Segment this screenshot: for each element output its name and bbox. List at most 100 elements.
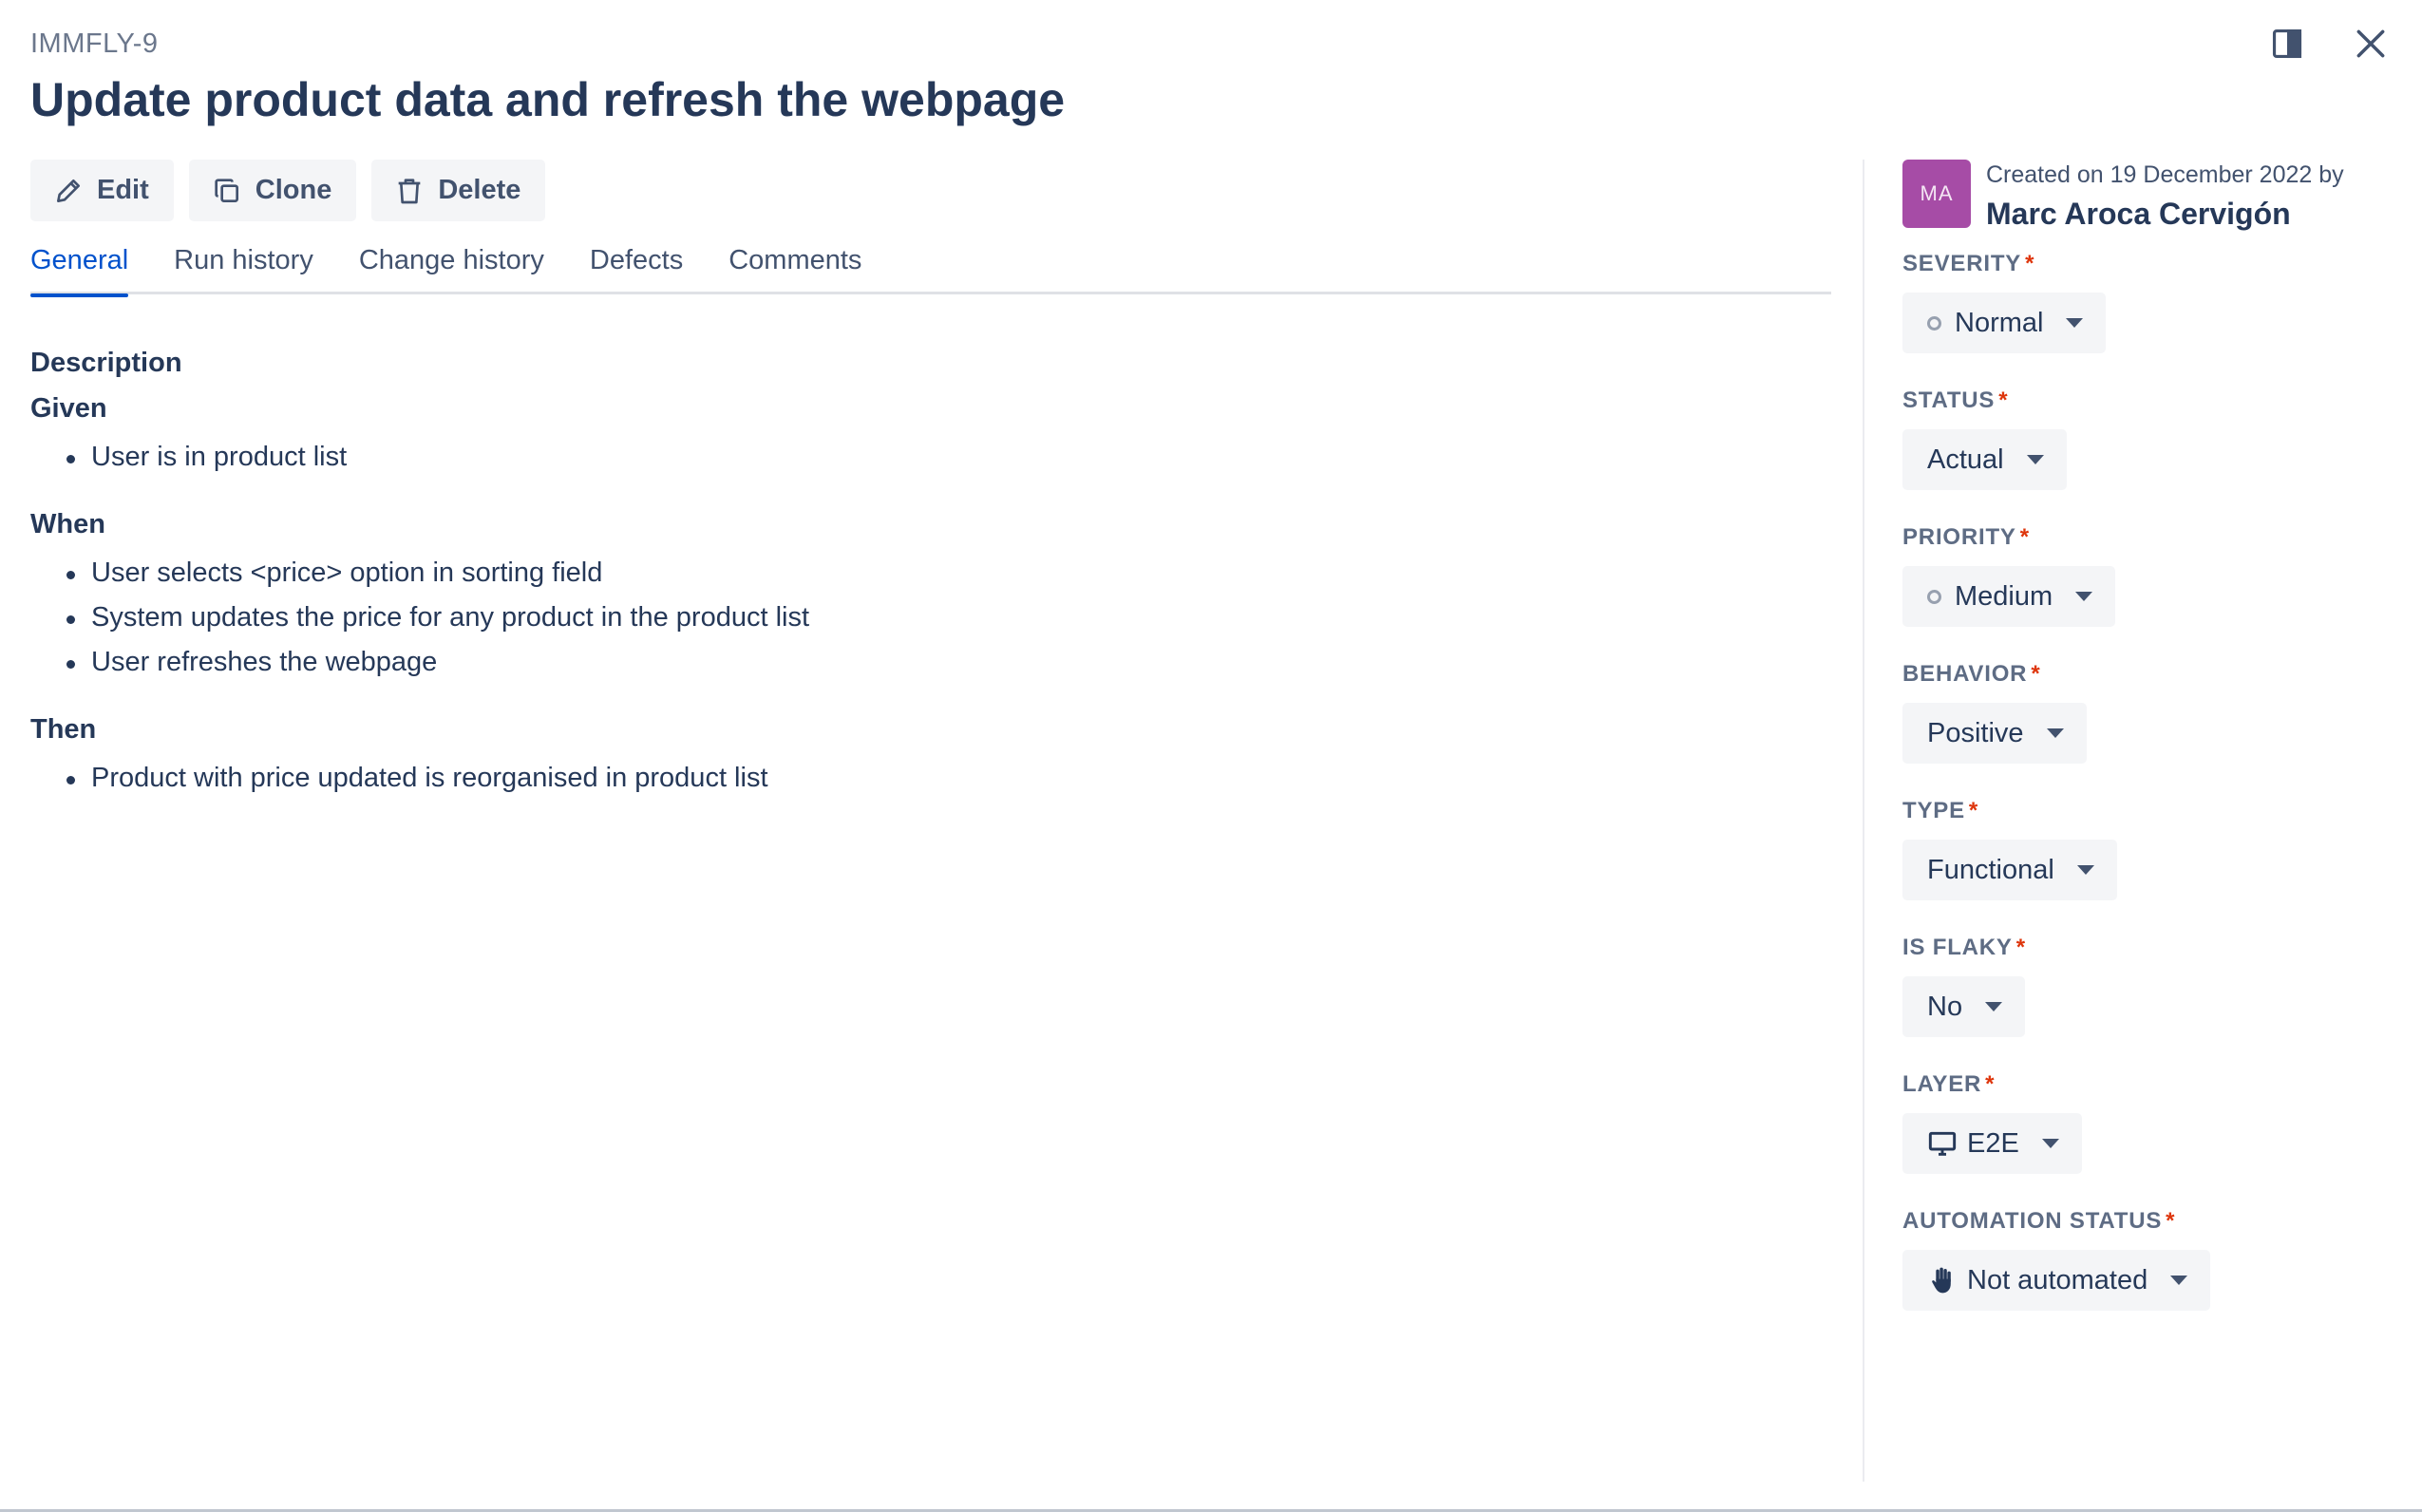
required-marker: * xyxy=(2015,935,2026,960)
behavior-field: BEHAVIOR * Positive xyxy=(1902,661,2396,798)
creator-info: MA Created on 19 December 2022 by Marc A… xyxy=(1902,160,2396,251)
monitor-icon xyxy=(1927,1128,1958,1159)
action-toolbar: Edit Clone Delete xyxy=(30,160,546,221)
automation-status-select[interactable]: Not automated xyxy=(1902,1250,2211,1311)
caret-down-icon xyxy=(2076,865,2094,875)
automation-status-field: AUTOMATION STATUS * Not automated xyxy=(1902,1208,2396,1345)
hand-icon xyxy=(1927,1265,1958,1295)
field-label: TYPE * xyxy=(1902,798,2396,840)
required-marker: * xyxy=(1998,387,2009,413)
is-flaky-value: No xyxy=(1927,991,1963,1022)
clone-button[interactable]: Clone xyxy=(188,160,357,221)
type-select[interactable]: Functional xyxy=(1902,840,2117,900)
required-marker: * xyxy=(1968,798,1979,823)
list-item: System updates the price for any product… xyxy=(30,602,1816,647)
section-heading: Given xyxy=(30,393,107,424)
priority-value: Medium xyxy=(1955,580,2053,612)
status-field: STATUS * Actual xyxy=(1902,387,2396,524)
priority-select[interactable]: Medium xyxy=(1902,566,2116,627)
then-section: Then Product with price updated is reorg… xyxy=(30,714,1816,807)
severity-select[interactable]: Normal xyxy=(1902,293,2107,353)
is-flaky-label: IS FLAKY xyxy=(1902,935,2013,960)
required-marker: * xyxy=(2019,524,2030,550)
layer-select[interactable]: E2E xyxy=(1902,1113,2082,1174)
creator-text: Created on 19 December 2022 by Marc Aroc… xyxy=(1986,160,2344,251)
type-field: TYPE * Functional xyxy=(1902,798,2396,935)
required-marker: * xyxy=(2025,251,2035,276)
caret-down-icon xyxy=(2170,1276,2188,1285)
field-label: IS FLAKY * xyxy=(1902,935,2396,976)
tab-bar: General Run history Change history Defec… xyxy=(30,245,1831,297)
list-item: User selects <price> option in sorting f… xyxy=(30,558,1816,602)
caret-down-icon xyxy=(2046,728,2064,738)
is-flaky-field: IS FLAKY * No xyxy=(1902,935,2396,1071)
type-value: Functional xyxy=(1927,854,2054,885)
close-button[interactable] xyxy=(2348,21,2394,66)
tab-comments[interactable]: Comments xyxy=(728,245,861,294)
panel-divider xyxy=(1863,160,1864,1482)
status-value: Actual xyxy=(1927,444,2004,475)
field-label: BEHAVIOR * xyxy=(1902,661,2396,703)
behavior-value: Positive xyxy=(1927,717,2024,748)
when-section: When User selects <price> option in sort… xyxy=(30,509,1816,691)
field-label: STATUS * xyxy=(1902,387,2396,429)
avatar[interactable]: MA xyxy=(1902,160,1971,228)
copy-icon xyxy=(215,178,238,202)
severity-label: SEVERITY xyxy=(1902,251,2022,276)
list-item: Product with price updated is reorganise… xyxy=(30,763,1816,807)
edit-label: Edit xyxy=(97,175,149,205)
required-marker: * xyxy=(2031,661,2041,687)
caret-down-icon xyxy=(2041,1139,2059,1148)
description-label: Description xyxy=(30,348,182,378)
caret-down-icon xyxy=(2075,592,2093,601)
ring-icon xyxy=(1927,589,1941,604)
required-marker: * xyxy=(1985,1071,1996,1097)
behavior-select[interactable]: Positive xyxy=(1902,703,2087,764)
behavior-label: BEHAVIOR xyxy=(1902,661,2028,687)
layer-value: E2E xyxy=(1967,1127,2019,1159)
severity-value: Normal xyxy=(1955,307,2044,338)
clone-label: Clone xyxy=(255,175,332,205)
toggle-panel-button[interactable] xyxy=(2264,21,2310,66)
severity-field: SEVERITY * Normal xyxy=(1902,251,2396,387)
caret-down-icon xyxy=(1985,1002,2003,1011)
status-label: STATUS xyxy=(1902,387,1996,413)
priority-label: PRIORITY xyxy=(1902,524,2016,550)
is-flaky-select[interactable]: No xyxy=(1902,976,2026,1037)
automation-status-value: Not automated xyxy=(1967,1264,2148,1295)
section-heading: Then xyxy=(30,714,97,745)
tab-run-history[interactable]: Run history xyxy=(174,245,313,294)
list-item: User is in product list xyxy=(30,442,1816,486)
caret-down-icon xyxy=(2026,455,2044,464)
field-label: AUTOMATION STATUS * xyxy=(1902,1208,2396,1250)
trash-icon xyxy=(399,178,421,203)
field-label: SEVERITY * xyxy=(1902,251,2396,293)
step-list: User is in product list xyxy=(30,442,1816,486)
pencil-icon xyxy=(57,179,80,202)
caret-down-icon xyxy=(2066,318,2084,328)
details-sidebar: MA Created on 19 December 2022 by Marc A… xyxy=(1902,160,2396,1345)
issue-key: IMMFLY-9 xyxy=(30,28,159,59)
section-heading: When xyxy=(30,509,105,539)
step-list: Product with price updated is reorganise… xyxy=(30,763,1816,807)
field-label: PRIORITY * xyxy=(1902,524,2396,566)
delete-label: Delete xyxy=(438,175,521,205)
description-panel: Description Given User is in product lis… xyxy=(30,348,1816,830)
step-list: User selects <price> option in sorting f… xyxy=(30,558,1816,691)
field-label: LAYER * xyxy=(1902,1071,2396,1113)
status-select[interactable]: Actual xyxy=(1902,429,2067,490)
layer-field: LAYER * E2E xyxy=(1902,1071,2396,1208)
list-item: User refreshes the webpage xyxy=(30,647,1816,691)
delete-button[interactable]: Delete xyxy=(371,160,546,221)
close-icon xyxy=(2356,29,2385,58)
tab-change-history[interactable]: Change history xyxy=(359,245,544,294)
creator-name: Marc Aroca Cervigón xyxy=(1986,197,2291,231)
given-section: Given User is in product list xyxy=(30,393,1816,486)
priority-field: PRIORITY * Medium xyxy=(1902,524,2396,661)
edit-button[interactable]: Edit xyxy=(30,160,174,221)
page-title: Update product data and refresh the webp… xyxy=(30,73,1066,126)
layer-label: LAYER xyxy=(1902,1071,1982,1097)
tab-general[interactable]: General xyxy=(30,245,129,297)
tab-defects[interactable]: Defects xyxy=(590,245,683,294)
ring-icon xyxy=(1927,315,1941,331)
